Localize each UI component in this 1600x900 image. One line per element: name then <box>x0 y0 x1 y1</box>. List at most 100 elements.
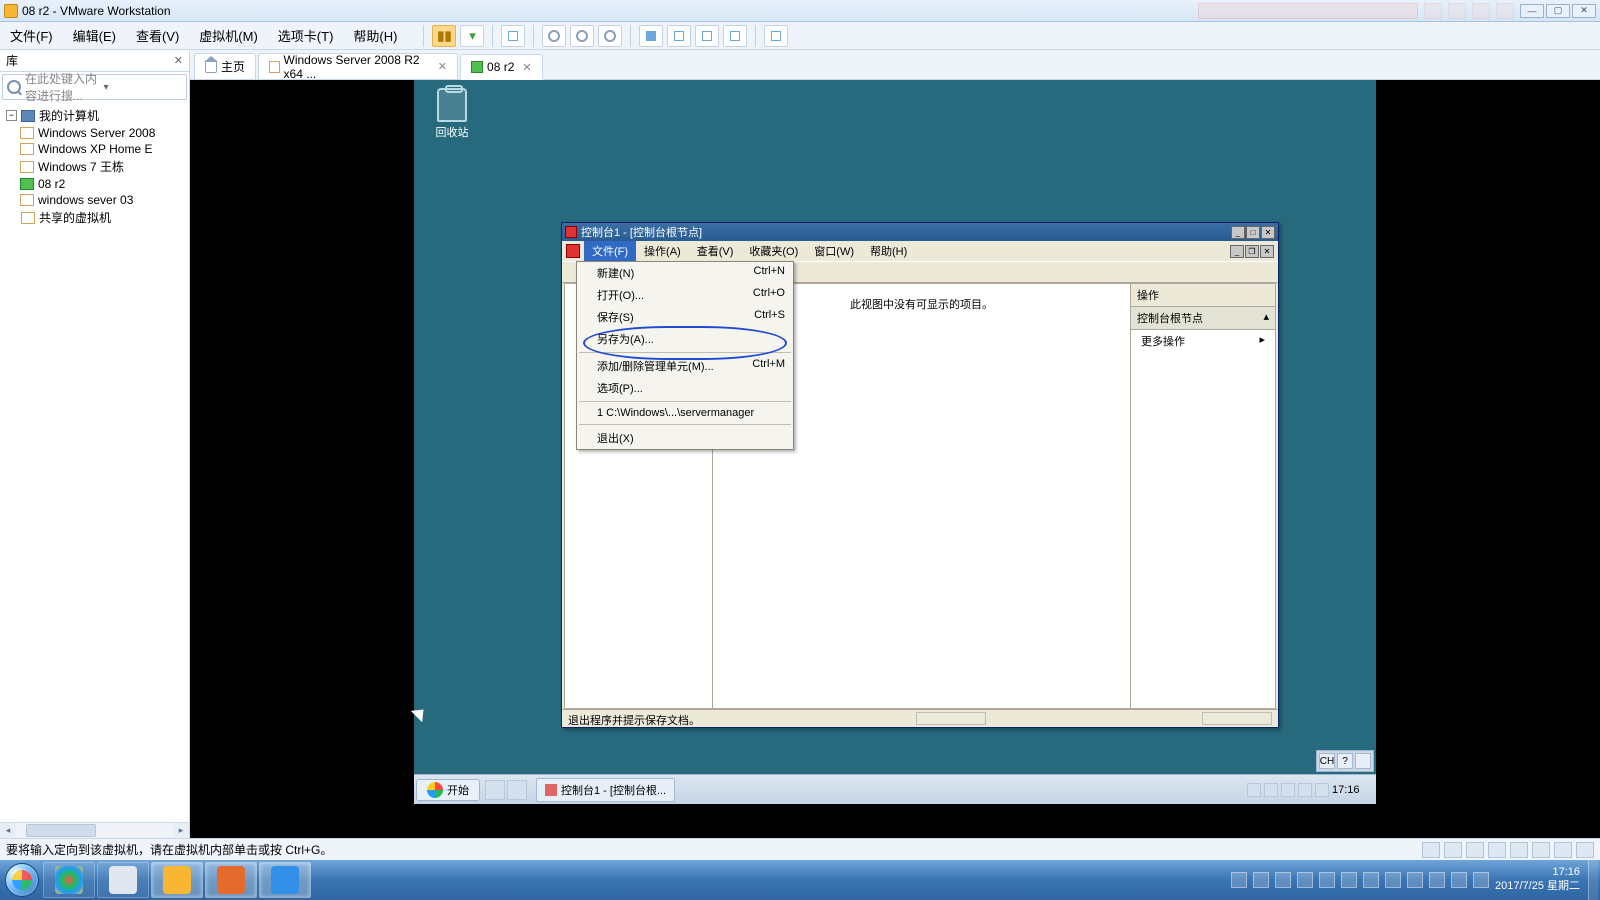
menuitem-open[interactable]: 打开(O)...Ctrl+O <box>577 284 793 306</box>
device-usb-icon[interactable] <box>1488 842 1506 858</box>
mmc-menu-help[interactable]: 帮助(H) <box>862 241 915 261</box>
minimize-button[interactable]: — <box>1520 4 1544 18</box>
quicklaunch-icon[interactable] <box>485 780 505 800</box>
tray-volume-icon[interactable] <box>1473 872 1489 888</box>
mmc-menu-favorites[interactable]: 收藏夹(O) <box>741 241 806 261</box>
device-sound-icon[interactable] <box>1510 842 1528 858</box>
guest-viewport[interactable]: 回收站 控制台1 - [控制台根节点] _ □ ✕ <box>190 80 1600 838</box>
tree-item[interactable]: 08 r2 <box>38 177 65 191</box>
tray-icon[interactable] <box>1363 872 1379 888</box>
pinned-powerpoint[interactable] <box>205 862 257 898</box>
menuitem-saveas[interactable]: 另存为(A)... <box>577 328 793 350</box>
mmc-window[interactable]: 控制台1 - [控制台根节点] _ □ ✕ 文件(F) 操作(A) <box>561 222 1279 728</box>
menuitem-new[interactable]: 新建(N)Ctrl+N <box>577 262 793 284</box>
tray-icon[interactable] <box>1275 872 1291 888</box>
tree-item[interactable]: windows sever 03 <box>38 193 133 207</box>
tray-icon[interactable] <box>1247 783 1261 797</box>
pinned-vmware[interactable] <box>151 862 203 898</box>
device-display-icon[interactable] <box>1554 842 1572 858</box>
pinned-app[interactable] <box>43 862 95 898</box>
pinned-app[interactable] <box>97 862 149 898</box>
guest-clock[interactable]: 17:16 <box>1332 784 1370 796</box>
quicklaunch-icon[interactable] <box>507 780 527 800</box>
tray-icon[interactable] <box>1297 872 1313 888</box>
tray-icon[interactable] <box>1319 872 1335 888</box>
mmc-maximize-button[interactable]: □ <box>1246 226 1260 239</box>
snapshot-button[interactable] <box>542 25 566 47</box>
mmc-close-button[interactable]: ✕ <box>1261 226 1275 239</box>
tray-expand-icon[interactable] <box>1231 872 1247 888</box>
collapse-icon[interactable]: − <box>6 110 17 121</box>
maximize-button[interactable]: ▢ <box>1546 4 1570 18</box>
menuitem-options[interactable]: 选项(P)... <box>577 377 793 399</box>
sidebar-hscroll[interactable]: ◂ ▸ <box>0 822 189 838</box>
mmc-menu-file[interactable]: 文件(F) <box>584 241 636 261</box>
help-icon[interactable]: ? <box>1337 753 1353 769</box>
tree-item[interactable]: Windows XP Home E <box>38 142 153 156</box>
close-button[interactable]: ✕ <box>1572 4 1596 18</box>
tray-bluetooth-icon[interactable] <box>1385 872 1401 888</box>
device-printer-icon[interactable] <box>1532 842 1550 858</box>
menu-view[interactable]: 查看(V) <box>126 22 189 49</box>
scroll-left-icon[interactable]: ◂ <box>0 823 16 838</box>
language-button[interactable]: CH <box>1319 753 1335 769</box>
power-menu-button[interactable]: ▾ <box>460 25 484 47</box>
library-toggle-button[interactable] <box>764 25 788 47</box>
unity-button[interactable] <box>667 25 691 47</box>
scroll-thumb[interactable] <box>26 824 96 837</box>
tool-icon[interactable] <box>1355 753 1371 769</box>
menu-help[interactable]: 帮助(H) <box>343 22 407 49</box>
mmc-child-close-button[interactable]: ✕ <box>1260 245 1274 258</box>
menu-edit[interactable]: 编辑(E) <box>63 22 126 49</box>
revert-button[interactable] <box>570 25 594 47</box>
tray-network-icon[interactable] <box>1298 783 1312 797</box>
menuitem-save[interactable]: 保存(S)Ctrl+S <box>577 306 793 328</box>
mmc-menu-view[interactable]: 查看(V) <box>689 241 742 261</box>
menu-vm[interactable]: 虚拟机(M) <box>189 22 268 49</box>
tray-icon[interactable] <box>1253 872 1269 888</box>
device-message-icon[interactable] <box>1576 842 1594 858</box>
tray-icon[interactable] <box>1264 783 1278 797</box>
pinned-wps[interactable] <box>259 862 311 898</box>
show-desktop-button[interactable] <box>1588 860 1598 900</box>
thumbnail-button[interactable] <box>723 25 747 47</box>
tray-network-icon[interactable] <box>1407 872 1423 888</box>
taskbar-task-mmc[interactable]: 控制台1 - [控制台根... <box>536 778 675 802</box>
guest-start-button[interactable]: 开始 <box>416 779 480 801</box>
tray-volume-icon[interactable] <box>1315 783 1329 797</box>
menuitem-add-remove-snapin[interactable]: 添加/删除管理单元(M)...Ctrl+M <box>577 355 793 377</box>
tray-wifi-icon[interactable] <box>1429 872 1445 888</box>
menu-file[interactable]: 文件(F) <box>0 22 63 49</box>
mmc-child-minimize-button[interactable]: _ <box>1230 245 1244 258</box>
action-more[interactable]: 更多操作 ▸ <box>1131 330 1275 352</box>
tray-icon[interactable] <box>1341 872 1357 888</box>
send-cmd-button[interactable] <box>501 25 525 47</box>
fullscreen-button[interactable] <box>639 25 663 47</box>
tab-vm-active[interactable]: 08 r2 ✕ <box>460 54 543 80</box>
tab-close-icon[interactable]: ✕ <box>522 61 531 74</box>
tab-vm[interactable]: Windows Server 2008 R2 x64 ... ✕ <box>258 53 458 79</box>
tree-shared[interactable]: 共享的虚拟机 <box>39 209 111 226</box>
library-search[interactable]: 在此处键入内容进行搜... ▾ <box>2 74 187 100</box>
snapshot-manager-button[interactable] <box>598 25 622 47</box>
tree-item[interactable]: Windows 7 王栋 <box>38 158 124 175</box>
scroll-right-icon[interactable]: ▸ <box>173 823 189 838</box>
collapse-icon[interactable]: ▴ <box>1263 310 1269 326</box>
console-view-button[interactable] <box>695 25 719 47</box>
device-hdd-icon[interactable] <box>1422 842 1440 858</box>
mmc-child-restore-button[interactable]: ❐ <box>1245 245 1259 258</box>
mmc-menu-window[interactable]: 窗口(W) <box>806 241 862 261</box>
menuitem-recent[interactable]: 1 C:\Windows\...\servermanager <box>577 404 793 422</box>
tab-close-icon[interactable]: ✕ <box>438 60 447 73</box>
recycle-bin[interactable]: 回收站 <box>428 88 476 140</box>
device-cd-icon[interactable] <box>1444 842 1462 858</box>
host-start-button[interactable] <box>2 860 42 900</box>
tree-my-computer[interactable]: 我的计算机 <box>39 107 99 124</box>
mmc-titlebar[interactable]: 控制台1 - [控制台根节点] _ □ ✕ <box>562 223 1278 241</box>
menu-tabs[interactable]: 选项卡(T) <box>268 22 344 49</box>
search-dropdown-icon[interactable]: ▾ <box>104 82 183 93</box>
menuitem-exit[interactable]: 退出(X) <box>577 427 793 449</box>
mmc-minimize-button[interactable]: _ <box>1231 226 1245 239</box>
tab-home[interactable]: 主页 <box>194 53 256 79</box>
tree-item[interactable]: Windows Server 2008 <box>38 126 155 140</box>
